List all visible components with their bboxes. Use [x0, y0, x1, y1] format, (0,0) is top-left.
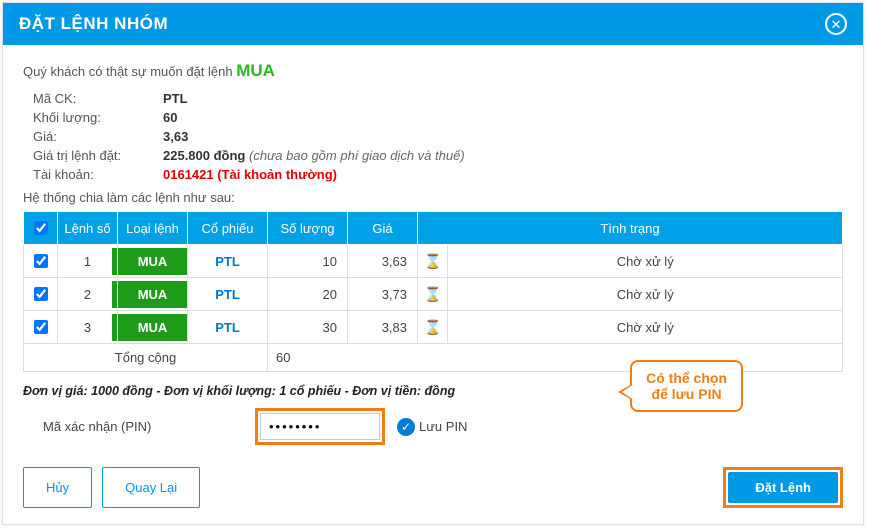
split-heading: Hệ thống chia làm các lệnh như sau: — [23, 190, 843, 205]
modal-header: ĐẶT LỆNH NHÓM ✕ — [3, 3, 863, 45]
account-label: Tài khoản: — [33, 167, 163, 182]
cell-price: 3,83 — [348, 311, 418, 344]
cell-no: 1 — [58, 245, 118, 278]
footer-row: Hủy Quay Lại Đặt Lệnh — [23, 467, 843, 508]
callout-line2: để lưu PIN — [646, 386, 727, 402]
total-value: 225.800 đồng — [163, 148, 245, 163]
cell-qty: 20 — [268, 278, 348, 311]
cell-no: 2 — [58, 278, 118, 311]
row-checkbox[interactable] — [34, 320, 48, 334]
cell-qty: 30 — [268, 311, 348, 344]
row-checkbox[interactable] — [34, 287, 48, 301]
cell-no: 3 — [58, 311, 118, 344]
order-type-badge: MUA — [112, 248, 193, 275]
cell-price: 3,63 — [348, 245, 418, 278]
row-checkbox[interactable] — [34, 254, 48, 268]
cell-price: 3,73 — [348, 278, 418, 311]
left-buttons: Hủy Quay Lại — [23, 467, 200, 508]
total-label: Tổng cộng — [24, 344, 268, 372]
back-button[interactable]: Quay Lại — [102, 467, 200, 508]
symbol-link[interactable]: PTL — [215, 320, 240, 335]
orders-table: Lệnh số Loại lệnh Cổ phiếu Số lượng Giá … — [23, 211, 843, 372]
price-value: 3,63 — [163, 129, 188, 144]
pin-highlight — [255, 408, 385, 445]
hourglass-icon: ⌛ — [424, 319, 441, 335]
total-note: (chưa bao gồm phí giao dịch và thuế) — [249, 148, 465, 163]
symbol-link[interactable]: PTL — [215, 287, 240, 302]
order-summary: Mã CK: PTL Khối lượng: 60 Giá: 3,63 Giá … — [33, 91, 843, 182]
callout-bubble: Có thể chọn để lưu PIN — [630, 360, 743, 412]
save-pin-toggle[interactable]: ✓ Lưu PIN — [397, 418, 467, 436]
th-no: Lệnh số — [58, 212, 118, 245]
action-word: MUA — [236, 61, 275, 80]
close-icon[interactable]: ✕ — [825, 13, 847, 35]
check-circle-icon: ✓ — [397, 418, 415, 436]
select-all-checkbox[interactable] — [34, 221, 48, 235]
table-header-row: Lệnh số Loại lệnh Cổ phiếu Số lượng Giá … — [24, 212, 843, 245]
pin-label: Mã xác nhận (PIN) — [43, 419, 243, 434]
price-label: Giá: — [33, 129, 163, 144]
qty-label: Khối lượng: — [33, 110, 163, 125]
modal-title: ĐẶT LỆNH NHÓM — [19, 14, 168, 34]
qty-value: 60 — [163, 110, 177, 125]
submit-highlight: Đặt Lệnh — [723, 467, 843, 508]
total-qty: 60 — [268, 344, 843, 372]
hourglass-icon: ⌛ — [424, 253, 441, 269]
submit-button[interactable]: Đặt Lệnh — [728, 472, 838, 503]
confirm-text: Quý khách có thật sự muốn đặt lệnh MUA — [23, 61, 843, 81]
cancel-button[interactable]: Hủy — [23, 467, 92, 508]
th-type: Loại lệnh — [118, 212, 188, 245]
cell-status: Chờ xử lý — [448, 278, 843, 311]
order-type-badge: MUA — [112, 281, 193, 308]
cell-status: Chờ xử lý — [448, 311, 843, 344]
order-type-badge: MUA — [112, 314, 193, 341]
save-pin-label: Lưu PIN — [419, 419, 467, 434]
th-status: Tình trạng — [418, 212, 843, 245]
pin-row: Mã xác nhận (PIN) ✓ Lưu PIN Có thể chọn … — [43, 408, 843, 445]
callout-line1: Có thể chọn — [646, 370, 727, 386]
cell-qty: 10 — [268, 245, 348, 278]
table-row: 3 MUA PTL 30 3,83 ⌛ Chờ xử lý — [24, 311, 843, 344]
symbol-value: PTL — [163, 91, 188, 106]
hourglass-icon: ⌛ — [424, 286, 441, 302]
modal-body: Quý khách có thật sự muốn đặt lệnh MUA M… — [3, 45, 863, 524]
group-order-modal: ĐẶT LỆNH NHÓM ✕ Quý khách có thật sự muố… — [2, 2, 864, 525]
symbol-link[interactable]: PTL — [215, 254, 240, 269]
th-price: Giá — [348, 212, 418, 245]
symbol-label: Mã CK: — [33, 91, 163, 106]
total-label: Giá trị lệnh đặt: — [33, 148, 163, 163]
pin-input[interactable] — [260, 413, 380, 440]
th-sym: Cổ phiếu — [188, 212, 268, 245]
cell-status: Chờ xử lý — [448, 245, 843, 278]
table-row: 2 MUA PTL 20 3,73 ⌛ Chờ xử lý — [24, 278, 843, 311]
account-value: 0161421 (Tài khoản thường) — [163, 167, 337, 182]
th-qty: Số lượng — [268, 212, 348, 245]
confirm-prefix: Quý khách có thật sự muốn đặt lệnh — [23, 64, 236, 79]
table-row: 1 MUA PTL 10 3,63 ⌛ Chờ xử lý — [24, 245, 843, 278]
